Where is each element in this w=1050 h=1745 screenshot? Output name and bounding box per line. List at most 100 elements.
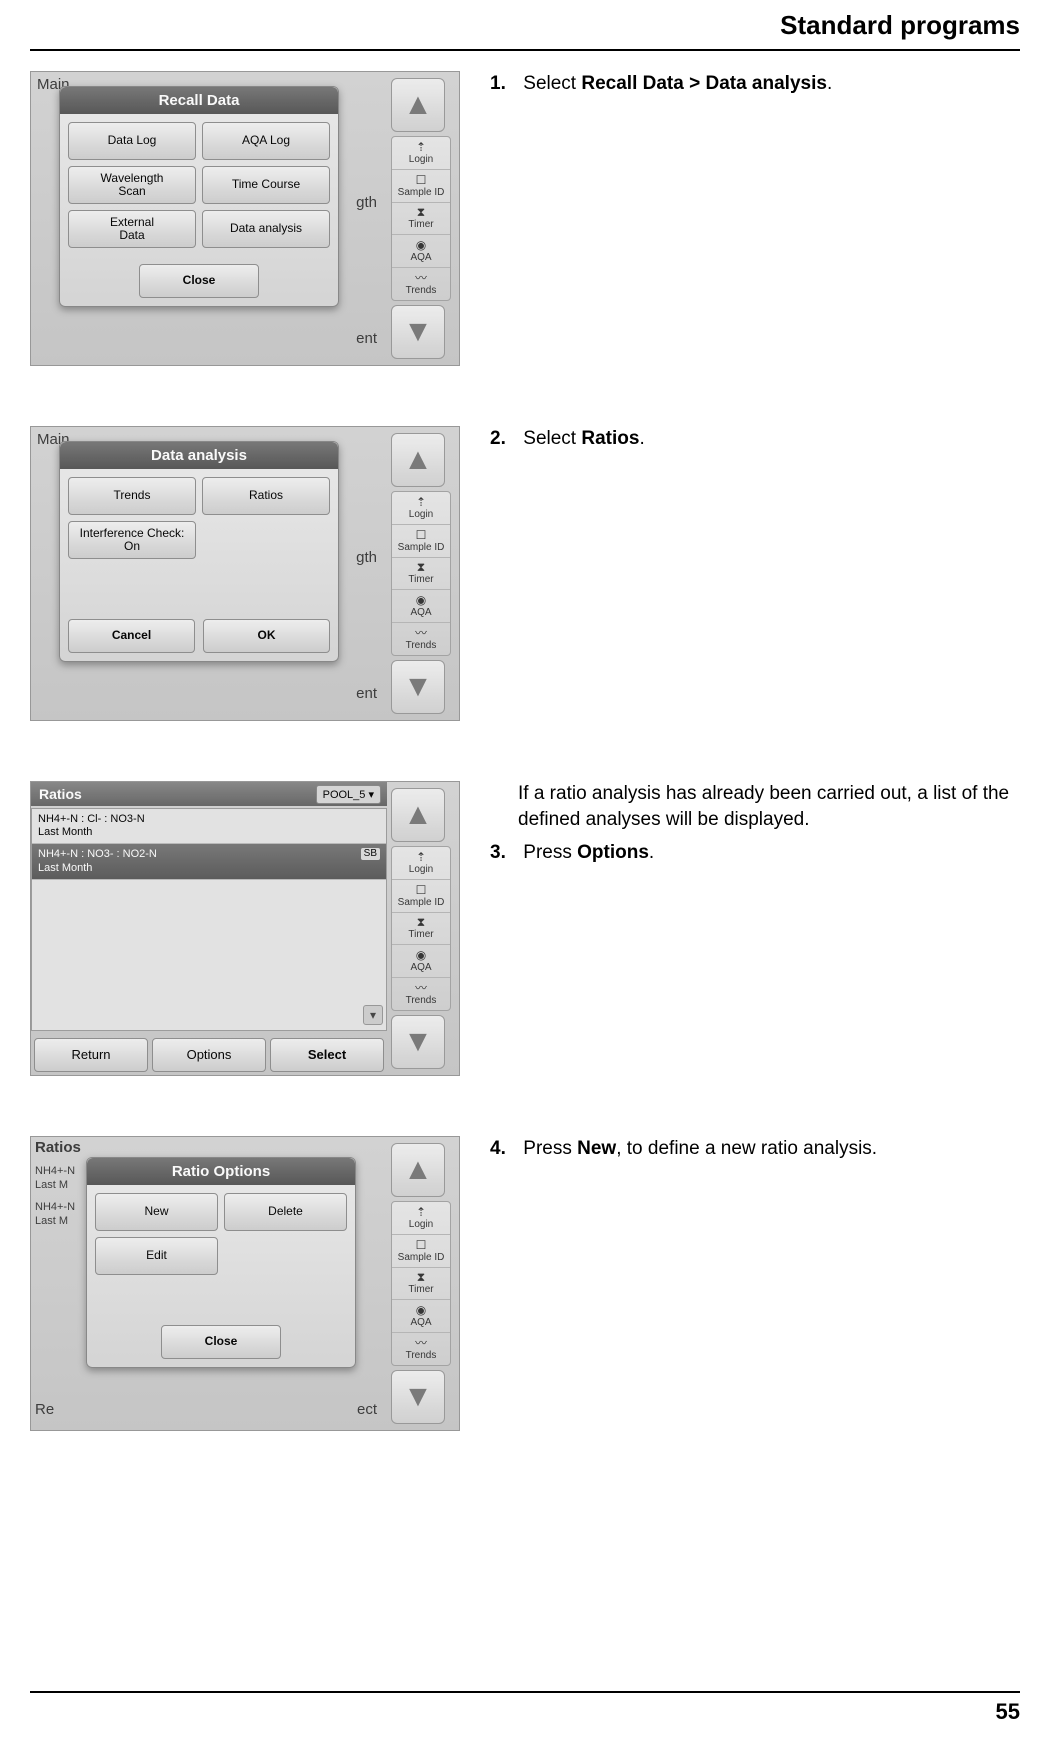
content: Main gth ent Recall Data Data Log AQA Lo… — [0, 51, 1050, 1431]
data-analysis-popup: Data analysis Trends Ratios Interference… — [59, 441, 339, 662]
arrow-up-icon[interactable]: ▲ — [391, 78, 445, 132]
trends-icon[interactable]: 〰Trends — [392, 268, 450, 300]
step-4-post: , to define a new ratio analysis. — [616, 1138, 877, 1159]
timer-icon-3[interactable]: ⧗Timer — [392, 913, 450, 946]
step-3-pre: Press — [523, 842, 577, 863]
ratios-row-2[interactable]: NH4+-N : NO3- : NO2-N Last Month SB — [32, 844, 386, 879]
side-icon-strip: ⇡Login ☐Sample ID ⧗Timer ◉AQA 〰Trends — [391, 136, 451, 301]
edit-button[interactable]: Edit — [95, 1237, 218, 1275]
popup-title-4: Ratio Options — [87, 1158, 355, 1185]
arrow-down-icon-4[interactable]: ▼ — [391, 1370, 445, 1424]
return-button[interactable]: Return — [34, 1038, 148, 1072]
bg-row2a: NH4+-N — [35, 1201, 75, 1213]
bg-ratios-title: Ratios — [35, 1139, 81, 1156]
aqa-icon-4[interactable]: ◉AQA — [392, 1300, 450, 1333]
screenshot-recall-data: Main gth ent Recall Data Data Log AQA Lo… — [30, 71, 460, 366]
side-icon-strip-2: ⇡Login ☐Sample ID ⧗Timer ◉AQA 〰Trends — [391, 491, 451, 656]
arrow-up-icon-2[interactable]: ▲ — [391, 433, 445, 487]
options-button[interactable]: Options — [152, 1038, 266, 1072]
sample-id-label-2: Sample ID — [398, 542, 445, 553]
aqa-icon[interactable]: ◉AQA — [392, 235, 450, 268]
screenshot-data-analysis: Main gth ent Data analysis Trends Ratios… — [30, 426, 460, 721]
popup-body-2: Trends Ratios Interference Check: On — [60, 469, 338, 611]
close-button[interactable]: Close — [139, 264, 259, 298]
login-icon-4[interactable]: ⇡Login — [392, 1202, 450, 1235]
recall-data-popup: Recall Data Data Log AQA Log Wavelength … — [59, 86, 339, 307]
cancel-button[interactable]: Cancel — [68, 619, 195, 653]
bg-row1b: Last M — [35, 1179, 68, 1191]
step-2-pre: Select — [523, 428, 581, 449]
empty-cell — [202, 521, 330, 559]
side-panel-3: ▲ ⇡Login ☐Sample ID ⧗Timer ◉AQA 〰Trends … — [391, 788, 451, 1069]
row2-line2: Last Month — [38, 862, 380, 875]
login-icon-2[interactable]: ⇡Login — [392, 492, 450, 525]
timer-label-4: Timer — [408, 1284, 433, 1295]
trends-button[interactable]: Trends — [68, 477, 196, 515]
arrow-down-icon[interactable]: ▼ — [391, 305, 445, 359]
login-icon[interactable]: ⇡Login — [392, 137, 450, 170]
sample-id-icon[interactable]: ☐Sample ID — [392, 170, 450, 203]
arrow-up-icon-4[interactable]: ▲ — [391, 1143, 445, 1197]
timer-icon[interactable]: ⧗Timer — [392, 203, 450, 236]
timer-icon-2[interactable]: ⧗Timer — [392, 558, 450, 591]
sample-id-icon-4[interactable]: ☐Sample ID — [392, 1235, 450, 1268]
step-3-text: If a ratio analysis has already been car… — [490, 781, 1020, 874]
trends-label-2: Trends — [406, 640, 437, 651]
popup-title: Recall Data — [60, 87, 338, 114]
external-data-button[interactable]: External Data — [68, 210, 196, 248]
sample-id-icon-2[interactable]: ☐Sample ID — [392, 525, 450, 558]
page-header: Standard programs — [0, 0, 1050, 49]
step-3-row: Ratios POOL_5 ▾ NH4+-N : Cl- : NO3-N Las… — [30, 781, 1020, 1076]
ratios-row-1[interactable]: NH4+-N : Cl- : NO3-N Last Month — [32, 809, 386, 844]
bg-re: Re — [35, 1401, 54, 1418]
empty-slot-2 — [95, 1281, 218, 1309]
sample-id-icon-3[interactable]: ☐Sample ID — [392, 880, 450, 913]
data-log-button[interactable]: Data Log — [68, 122, 196, 160]
aqa-icon-3[interactable]: ◉AQA — [392, 945, 450, 978]
login-icon-3[interactable]: ⇡Login — [392, 847, 450, 880]
empty-slot — [224, 1237, 347, 1275]
empty-slot-3 — [224, 1281, 347, 1309]
bg-row1a: NH4+-N — [35, 1165, 75, 1177]
trends-icon-2[interactable]: 〰Trends — [392, 623, 450, 655]
trends-label-3: Trends — [406, 995, 437, 1006]
aqa-label-2: AQA — [410, 607, 431, 618]
bg-fragment2: ent — [356, 330, 377, 347]
step-1-row: Main gth ent Recall Data Data Log AQA Lo… — [30, 71, 1020, 366]
login-label-4: Login — [409, 1219, 433, 1230]
trends-icon-4[interactable]: 〰Trends — [392, 1333, 450, 1365]
select-button[interactable]: Select — [270, 1038, 384, 1072]
login-label-3: Login — [409, 864, 433, 875]
step-2-num: 2. — [490, 426, 518, 452]
aqa-log-button[interactable]: AQA Log — [202, 122, 330, 160]
ok-button[interactable]: OK — [203, 619, 330, 653]
data-analysis-button[interactable]: Data analysis — [202, 210, 330, 248]
close-button-4[interactable]: Close — [161, 1325, 281, 1359]
step-1-pre: Select — [523, 73, 581, 94]
wavelength-scan-button[interactable]: Wavelength Scan — [68, 166, 196, 204]
timer-icon-4[interactable]: ⧗Timer — [392, 1268, 450, 1301]
arrow-up-icon-3[interactable]: ▲ — [391, 788, 445, 842]
arrow-down-icon-3[interactable]: ▼ — [391, 1015, 445, 1069]
trends-label-4: Trends — [406, 1350, 437, 1361]
step-2-text: 2. Select Ratios. — [490, 426, 1020, 460]
delete-button[interactable]: Delete — [224, 1193, 347, 1231]
login-label: Login — [409, 154, 433, 165]
ratio-options-popup: Ratio Options New Delete Edit Close — [86, 1157, 356, 1368]
trends-icon-3[interactable]: 〰Trends — [392, 978, 450, 1010]
step-4-text: 4. Press New, to define a new ratio anal… — [490, 1136, 1020, 1170]
step-2-bold: Ratios — [581, 428, 639, 449]
row1-line1: NH4+-N : Cl- : NO3-N — [38, 813, 380, 826]
arrow-down-icon-2[interactable]: ▼ — [391, 660, 445, 714]
step-3-num: 3. — [490, 840, 518, 866]
interference-check-button[interactable]: Interference Check: On — [68, 521, 196, 559]
ratios-button[interactable]: Ratios — [202, 477, 330, 515]
aqa-icon-2[interactable]: ◉AQA — [392, 590, 450, 623]
time-course-button[interactable]: Time Course — [202, 166, 330, 204]
timer-label-2: Timer — [408, 574, 433, 585]
new-button[interactable]: New — [95, 1193, 218, 1231]
list-scroll-down-icon[interactable]: ▾ — [363, 1005, 383, 1025]
step-4-num: 4. — [490, 1136, 518, 1162]
pool-badge[interactable]: POOL_5 ▾ — [316, 785, 381, 804]
empty-cell-3 — [202, 565, 330, 603]
